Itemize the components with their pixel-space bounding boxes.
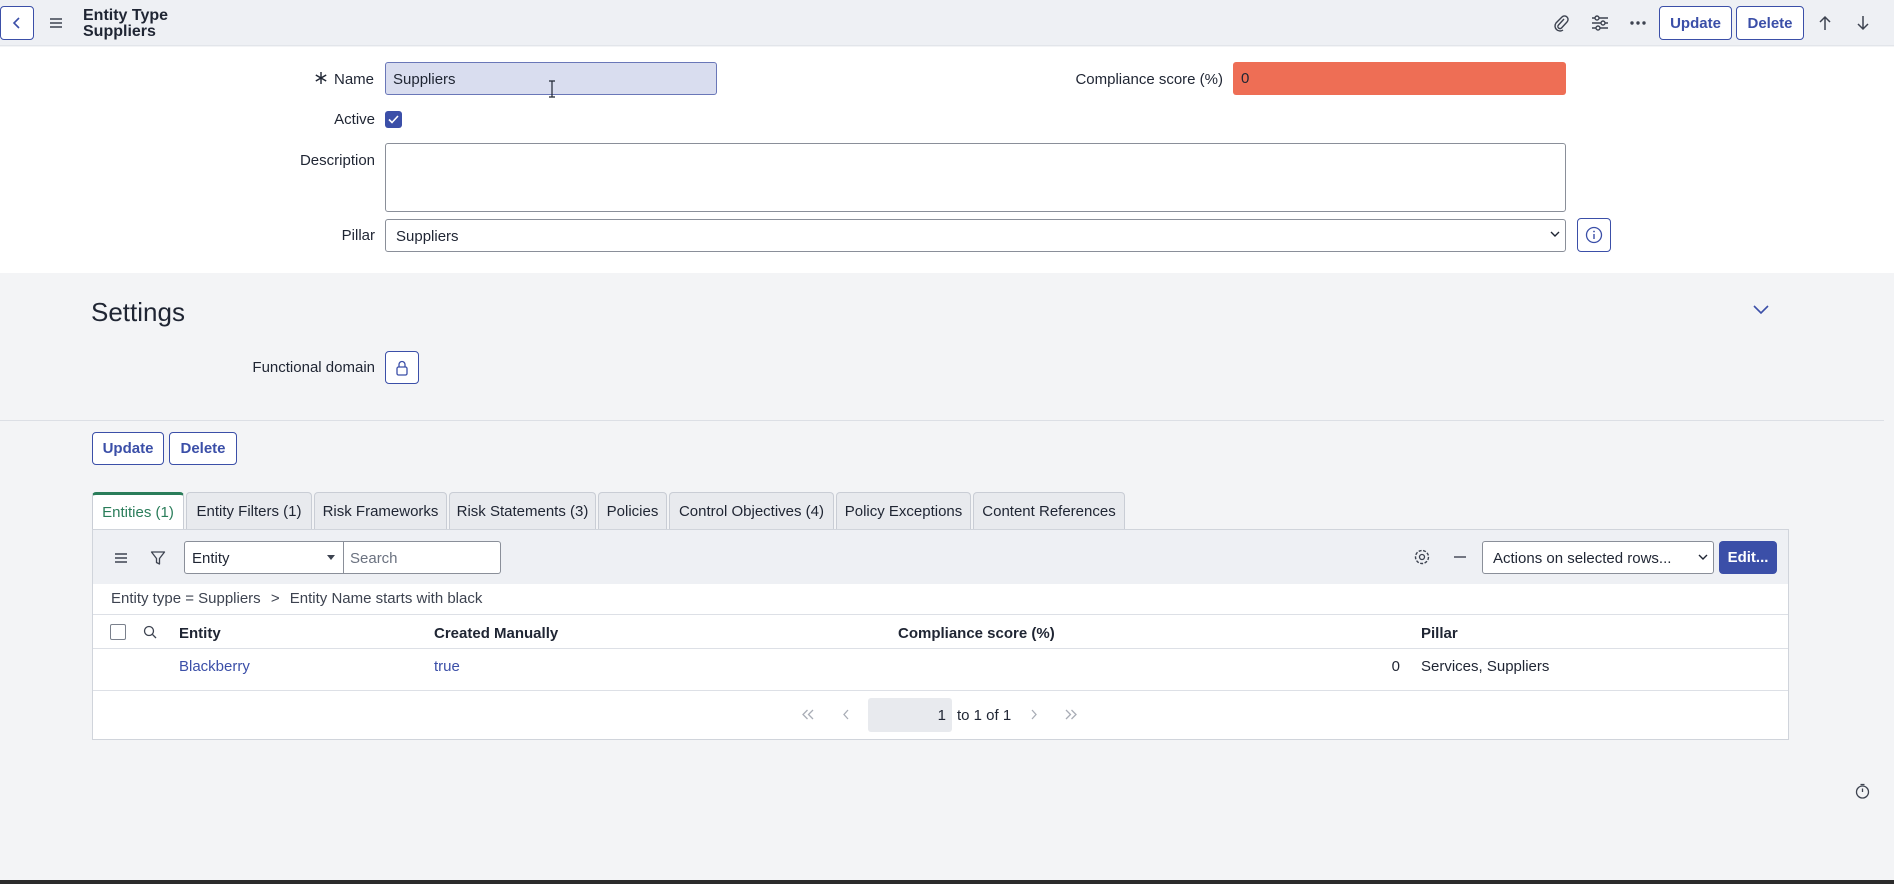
pillar-info-button[interactable] xyxy=(1577,218,1611,252)
tab-risk-statements[interactable]: Risk Statements (3) xyxy=(449,492,596,529)
column-header-compliance-score[interactable]: Compliance score (%) xyxy=(898,625,1055,642)
edit-button[interactable]: Edit... xyxy=(1719,541,1777,574)
entity-link[interactable]: Blackberry xyxy=(179,658,250,675)
next-page-icon[interactable] xyxy=(1030,709,1038,720)
compliance-score-value: 0 xyxy=(1391,658,1400,675)
last-page-icon[interactable] xyxy=(1064,709,1078,720)
column-header-pillar[interactable]: Pillar xyxy=(1421,625,1458,642)
page-number-input[interactable]: 1 xyxy=(868,698,952,732)
active-label: Active xyxy=(334,111,375,128)
description-textarea[interactable] xyxy=(385,143,1566,212)
select-all-checkbox[interactable] xyxy=(110,624,126,640)
description-label: Description xyxy=(299,152,375,169)
collapse-list-icon[interactable] xyxy=(1449,546,1471,568)
active-checkbox[interactable] xyxy=(385,111,402,128)
gear-icon[interactable] xyxy=(1411,546,1433,568)
compliance-score-field: 0 xyxy=(1233,62,1566,95)
filter-breadcrumb: Entity type = Suppliers > Entity Name st… xyxy=(111,590,482,607)
header-divider xyxy=(93,614,1788,615)
breadcrumb-condition-2[interactable]: Entity Name starts with black xyxy=(290,590,483,607)
tab-policies[interactable]: Policies xyxy=(598,492,667,529)
functional-domain-label: Functional domain xyxy=(252,359,375,376)
list-search-input[interactable]: Search xyxy=(344,541,501,574)
tab-entities[interactable]: Entities (1) xyxy=(92,492,184,529)
hamburger-menu-icon[interactable] xyxy=(46,13,66,33)
pillar-select-value: Suppliers xyxy=(396,228,459,245)
window-bottom-edge xyxy=(0,880,1894,884)
arrow-down-icon[interactable] xyxy=(1851,11,1875,35)
search-field-value: Entity xyxy=(192,550,230,567)
functional-domain-lock-button[interactable] xyxy=(385,351,419,384)
chevron-down-icon xyxy=(1550,230,1560,238)
tab-control-objectives[interactable]: Control Objectives (4) xyxy=(669,492,834,529)
chevron-down-icon xyxy=(1698,553,1708,561)
header-delete-button[interactable]: Delete xyxy=(1736,6,1804,40)
row-divider xyxy=(93,648,1788,649)
response-time-icon[interactable] xyxy=(1855,783,1870,799)
required-asterisk-icon xyxy=(314,71,328,85)
section-divider xyxy=(0,420,1884,421)
pillar-select[interactable]: Suppliers xyxy=(385,219,1566,252)
tab-content-references[interactable]: Content References xyxy=(973,492,1125,529)
caret-down-icon xyxy=(327,555,335,561)
filter-icon[interactable] xyxy=(147,547,169,569)
settings-heading: Settings xyxy=(91,297,185,327)
chevron-left-icon xyxy=(12,17,20,29)
tab-entity-filters[interactable]: Entity Filters (1) xyxy=(186,492,312,529)
collapse-settings-icon[interactable] xyxy=(1752,303,1770,315)
compliance-score-label: Compliance score (%) xyxy=(1075,71,1223,88)
pillar-label: Pillar xyxy=(341,227,375,244)
lock-icon xyxy=(396,360,408,376)
column-header-entity[interactable]: Entity xyxy=(179,625,221,642)
pillar-value: Services, Suppliers xyxy=(1421,658,1550,675)
update-button[interactable]: Update xyxy=(92,432,164,465)
tab-risk-frameworks[interactable]: Risk Frameworks xyxy=(314,492,447,529)
checkmark-icon xyxy=(388,115,399,124)
text-cursor-icon xyxy=(547,80,557,98)
tab-policy-exceptions[interactable]: Policy Exceptions xyxy=(836,492,971,529)
record-name-title: Suppliers xyxy=(83,23,156,40)
settings-sliders-icon[interactable] xyxy=(1588,11,1612,35)
breadcrumb-condition-1[interactable]: Entity type = Suppliers xyxy=(111,590,261,607)
delete-button[interactable]: Delete xyxy=(169,432,237,465)
breadcrumb-separator: > xyxy=(270,590,280,607)
more-options-icon[interactable] xyxy=(1626,11,1650,35)
previous-page-icon[interactable] xyxy=(842,709,850,720)
info-icon xyxy=(1585,226,1603,244)
first-page-icon[interactable] xyxy=(801,709,815,720)
back-button[interactable] xyxy=(0,6,34,40)
pager-count: to 1 of 1 xyxy=(957,707,1012,724)
arrow-up-icon[interactable] xyxy=(1813,11,1837,35)
column-search-icon[interactable] xyxy=(143,625,157,639)
created-manually-value[interactable]: true xyxy=(434,658,460,675)
header-update-button[interactable]: Update xyxy=(1659,6,1732,40)
row-divider xyxy=(93,690,1788,691)
search-field-select[interactable]: Entity xyxy=(184,541,344,574)
actions-on-selected-rows-select[interactable]: Actions on selected rows... xyxy=(1482,541,1714,574)
name-label: Name xyxy=(334,71,375,88)
paperclip-icon[interactable] xyxy=(1549,11,1573,35)
column-header-created-manually[interactable]: Created Manually xyxy=(434,625,558,642)
actions-select-value: Actions on selected rows... xyxy=(1493,550,1672,567)
list-menu-icon[interactable] xyxy=(110,547,132,569)
